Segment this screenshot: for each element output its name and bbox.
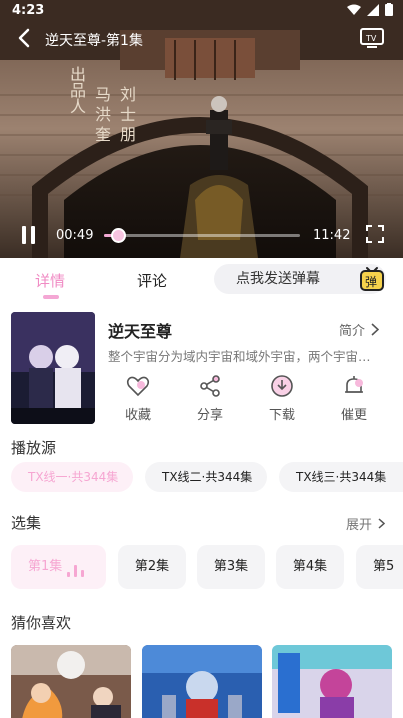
player-topbar: 逆天至尊-第1集 TV: [0, 24, 403, 54]
wifi-icon: [347, 4, 361, 15]
fullscreen-icon[interactable]: [366, 225, 384, 243]
episode-item[interactable]: 第4集: [276, 545, 344, 589]
svg-text:洪: 洪: [95, 105, 111, 124]
episode-item[interactable]: 第3集: [197, 545, 265, 589]
back-arrow-icon[interactable]: [14, 27, 36, 49]
source-pill[interactable]: TX线三·共344集: [279, 462, 403, 492]
svg-text:TV: TV: [365, 34, 377, 43]
episodes-title: 选集: [11, 514, 42, 532]
intro-link[interactable]: 简介: [339, 320, 380, 339]
status-time: 4:23: [12, 3, 45, 18]
sources-title: 播放源: [11, 439, 57, 457]
progress-knob[interactable]: [110, 228, 126, 243]
expand-label: 展开: [345, 518, 372, 533]
detail-tabs: 详情 评论 点我发送弹幕 弹: [0, 258, 403, 304]
svg-text:刘: 刘: [120, 85, 136, 104]
system-icons: [347, 3, 393, 16]
recommend-card[interactable]: [11, 645, 131, 718]
danmu-button-label: 弹: [365, 275, 377, 289]
episode-label: 第1集: [28, 559, 63, 574]
source-pill[interactable]: TX线一·共344集: [11, 462, 133, 492]
tab-comments[interactable]: 评论: [137, 270, 167, 291]
share-label: 分享: [196, 408, 223, 423]
download-button[interactable]: 下载: [257, 374, 307, 423]
bell-icon: [345, 376, 363, 393]
pause-button[interactable]: [20, 226, 38, 244]
signal-icon: [367, 3, 379, 16]
pause-icon-bar: [31, 226, 35, 244]
battery-icon: [385, 3, 393, 16]
episode-item[interactable]: 第2集: [118, 545, 186, 589]
expand-episodes-button[interactable]: 展开: [346, 514, 385, 533]
svg-text:士: 士: [120, 105, 136, 124]
current-time: 00:49: [56, 228, 94, 243]
urge-update-label: 催更: [340, 408, 367, 423]
share-icon: [200, 375, 220, 397]
episode-item[interactable]: 第5: [356, 545, 403, 589]
tab-indicator: [43, 295, 59, 299]
pause-icon: [22, 226, 26, 244]
cast-tv-icon[interactable]: TV: [359, 26, 385, 50]
show-description: 整个宇宙分为域内宇宙和域外宇宙，两个宇宙…: [108, 349, 371, 364]
detail-content: 逆天至尊 简介 整个宇宙分为域内宇宙和域外宇宙，两个宇宙… 收藏 分享 下载 催…: [0, 304, 403, 718]
chevron-right-icon: [378, 518, 385, 529]
recommend-card[interactable]: [142, 645, 262, 718]
intro-label: 简介: [339, 324, 366, 339]
total-time: 11:42: [313, 228, 351, 243]
player-controls: 00:49 11:42: [0, 222, 403, 248]
episode-item[interactable]: 第1集: [11, 545, 106, 589]
playing-indicator-icon: [67, 563, 87, 577]
download-label: 下载: [268, 408, 295, 423]
show-poster[interactable]: [11, 312, 95, 424]
source-pill[interactable]: TX线二·共344集: [145, 462, 267, 492]
status-bar: 4:23: [0, 0, 403, 22]
download-icon: [271, 375, 293, 397]
progress-slider[interactable]: [104, 228, 300, 243]
show-title: 逆天至尊: [108, 322, 173, 341]
heart-icon: [126, 376, 150, 397]
video-player[interactable]: 出品人 马洪奎 刘士朋 4:23 逆天至尊-第1集 TV 00:49 11:42: [0, 0, 403, 258]
tab-details[interactable]: 详情: [35, 270, 65, 291]
danmu-toggle-icon[interactable]: 弹: [359, 265, 385, 293]
recommend-card[interactable]: [272, 645, 392, 718]
svg-text:朋: 朋: [120, 125, 136, 144]
svg-text:奎: 奎: [95, 125, 111, 144]
favorite-button[interactable]: 收藏: [113, 374, 163, 423]
svg-text:人: 人: [70, 97, 86, 116]
chevron-right-icon: [371, 323, 380, 336]
svg-text:马: 马: [95, 85, 111, 104]
recommend-title: 猜你喜欢: [11, 614, 72, 632]
favorite-label: 收藏: [124, 408, 151, 423]
action-row: 收藏 分享 下载 催更: [108, 374, 398, 426]
share-button[interactable]: 分享: [185, 374, 235, 423]
urge-update-button[interactable]: 催更: [329, 374, 379, 423]
episode-title: 逆天至尊-第1集: [45, 33, 143, 49]
